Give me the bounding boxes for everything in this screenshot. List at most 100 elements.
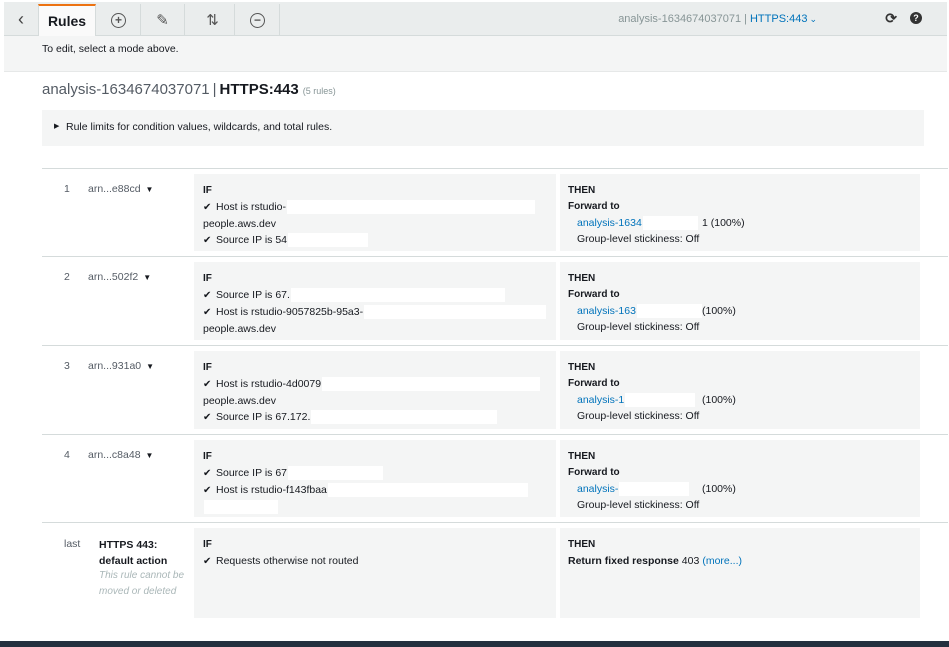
if-label: IF — [203, 185, 212, 196]
target-group-link[interactable]: analysis-163 — [577, 305, 636, 317]
actions-panel: THEN Forward to analysis-1 (100%) Group-l… — [560, 351, 920, 429]
title-separator: | — [212, 81, 217, 98]
back-button[interactable]: ‹ — [4, 2, 38, 36]
plus-circle-icon: + — [111, 12, 126, 28]
redaction-block — [642, 216, 698, 231]
rule-number: 4 — [64, 449, 70, 461]
target-weight: (100%) — [702, 394, 736, 406]
chevron-down-icon[interactable]: ⌄ — [809, 14, 817, 24]
listener-name[interactable]: HTTPS:443 — [750, 13, 807, 25]
more-link[interactable]: (more...) — [702, 555, 742, 567]
add-rule-button[interactable]: + — [97, 4, 141, 36]
condition-text: Source IP is 67 — [216, 467, 288, 479]
condition-item: ✔ Host is rstudio-9057825b-95a3- — [203, 304, 556, 321]
conditions-panel: IF ✔ Host is rstudio-4d0079 people.aws.de… — [194, 351, 556, 429]
rule-arn-dropdown[interactable]: arn...e88cd ▼ — [88, 183, 153, 195]
condition-item: ✔ Requests otherwise not routed — [203, 553, 556, 570]
redaction-block — [311, 410, 498, 425]
tab-rules[interactable]: Rules — [38, 4, 96, 36]
listener-selector[interactable]: analysis-1634674037071 | HTTPS:443 ⌄ — [618, 13, 817, 25]
checkmark-icon: ✔ — [203, 485, 212, 496]
target-weight: (100%) — [702, 483, 736, 495]
caret-down-icon[interactable]: ▼ — [143, 273, 151, 282]
actions-panel: THEN Forward to analysis- (100%) Group-le… — [560, 440, 920, 517]
rule-count: (5 rules) — [302, 86, 336, 96]
condition-item: ✔ Host is rstudio-f143fbaa — [203, 482, 556, 499]
footer-bar — [0, 641, 949, 647]
checkmark-icon: ✔ — [203, 468, 212, 479]
rule-number: last — [64, 538, 81, 550]
rules-toolbar: ‹ Rules + ✎ ⇅ − analysis-1634674037071 | H… — [4, 2, 947, 36]
condition-item: ✔ Source IP is 67.172. — [203, 409, 556, 426]
redaction-block — [288, 466, 384, 481]
stickiness-status: Group-level stickiness: Off — [577, 410, 700, 422]
checkmark-icon: ✔ — [203, 307, 212, 318]
condition-item: ✔ Source IP is 67 — [203, 465, 556, 482]
redaction-block — [290, 288, 505, 303]
reorder-rules-button[interactable]: ⇅ — [191, 4, 235, 36]
if-label: IF — [203, 273, 212, 284]
rule-arn-dropdown[interactable]: arn...c8a48 ▼ — [88, 449, 153, 461]
redaction-block — [364, 305, 547, 320]
rule-arn: arn...e88cd — [88, 183, 141, 195]
condition-text: Source IP is 54 — [216, 234, 288, 246]
refresh-button[interactable]: ⟳ — [885, 10, 897, 27]
actions-panel: THEN Forward to analysis-1634 1 (100%) Gr… — [560, 174, 920, 251]
chevron-left-icon: ‹ — [18, 8, 24, 29]
actions-panel: THEN Return fixed response 403 (more...) — [560, 528, 920, 618]
condition-continuation: people.aws.dev — [203, 323, 276, 335]
default-rule-row: last HTTPS 443: default action This rule… — [42, 523, 948, 623]
conditions-panel: IF ✔ Host is rstudio- people.aws.dev ✔ Sou… — [194, 174, 556, 251]
title-listener: HTTPS:443 — [219, 81, 299, 98]
rule-row: 1 arn...e88cd ▼ IF ✔ Host is rstudio- peop… — [42, 169, 948, 257]
condition-item: ✔ Host is rstudio- — [203, 199, 556, 216]
response-code: 403 — [681, 555, 700, 567]
then-label: THEN — [568, 362, 596, 373]
target-group-link[interactable]: analysis-1 — [577, 394, 624, 406]
target-group-link[interactable]: analysis-1634 — [577, 217, 642, 229]
help-icon[interactable]: ? — [910, 12, 922, 24]
rule-number: 1 — [64, 183, 70, 195]
edit-rules-button[interactable]: ✎ — [141, 4, 185, 36]
pencil-icon: ✎ — [156, 12, 169, 29]
condition-item: ✔ Source IP is 54 — [203, 232, 556, 249]
rule-arn: arn...c8a48 — [88, 449, 141, 461]
rule-arn-dropdown[interactable]: arn...931a0 ▼ — [88, 360, 154, 372]
forward-label: Forward to — [568, 467, 620, 478]
checkmark-icon: ✔ — [203, 556, 212, 567]
rule-limits-expander[interactable]: ▶ Rule limits for condition values, wild… — [42, 110, 924, 146]
condition-text: Host is rstudio-f143fbaa — [216, 484, 327, 496]
checkmark-icon: ✔ — [203, 202, 212, 213]
if-label: IF — [203, 362, 212, 373]
target-group-row: analysis-1 (100%) — [568, 392, 920, 408]
caret-right-icon[interactable]: ▶ — [54, 122, 59, 130]
target-group-row: analysis- (100%) — [568, 481, 920, 497]
delete-rules-button[interactable]: − — [236, 4, 280, 36]
default-rule-note: This rule cannot be moved or deleted — [99, 570, 185, 597]
condition-continuation — [203, 499, 556, 515]
stickiness-status: Group-level stickiness: Off — [577, 499, 700, 511]
actions-panel: THEN Forward to analysis-163 (100%) Group… — [560, 262, 920, 340]
target-group-row: analysis-163 (100%) — [568, 303, 920, 319]
title-lb-name: analysis-1634674037071 — [42, 81, 210, 98]
rule-row: 2 arn...502f2 ▼ IF ✔ Source IP is 67. ✔ Hos… — [42, 257, 948, 346]
fixed-response-action: Return fixed response 403 (more...) — [568, 553, 920, 569]
condition-continuation: people.aws.dev — [203, 395, 276, 407]
checkmark-icon: ✔ — [203, 412, 212, 423]
redaction-block — [636, 304, 702, 319]
caret-down-icon[interactable]: ▼ — [146, 362, 154, 371]
redaction-block — [327, 483, 528, 498]
condition-item: ✔ Host is rstudio-4d0079 — [203, 376, 556, 393]
target-group-link[interactable]: analysis- — [577, 483, 618, 495]
mode-hint: To edit, select a mode above. — [42, 43, 179, 55]
condition-text: Requests otherwise not routed — [216, 555, 359, 567]
lb-name: analysis-1634674037071 — [618, 13, 742, 25]
rule-limits-label: Rule limits for condition values, wildca… — [66, 121, 333, 133]
separator: | — [744, 13, 747, 25]
caret-down-icon[interactable]: ▼ — [146, 451, 154, 460]
caret-down-icon[interactable]: ▼ — [146, 185, 154, 194]
stickiness-status: Group-level stickiness: Off — [577, 233, 700, 245]
rule-arn-dropdown[interactable]: arn...502f2 ▼ — [88, 271, 151, 283]
forward-label: Forward to — [568, 289, 620, 300]
condition-text: Source IP is 67.172. — [216, 411, 311, 423]
